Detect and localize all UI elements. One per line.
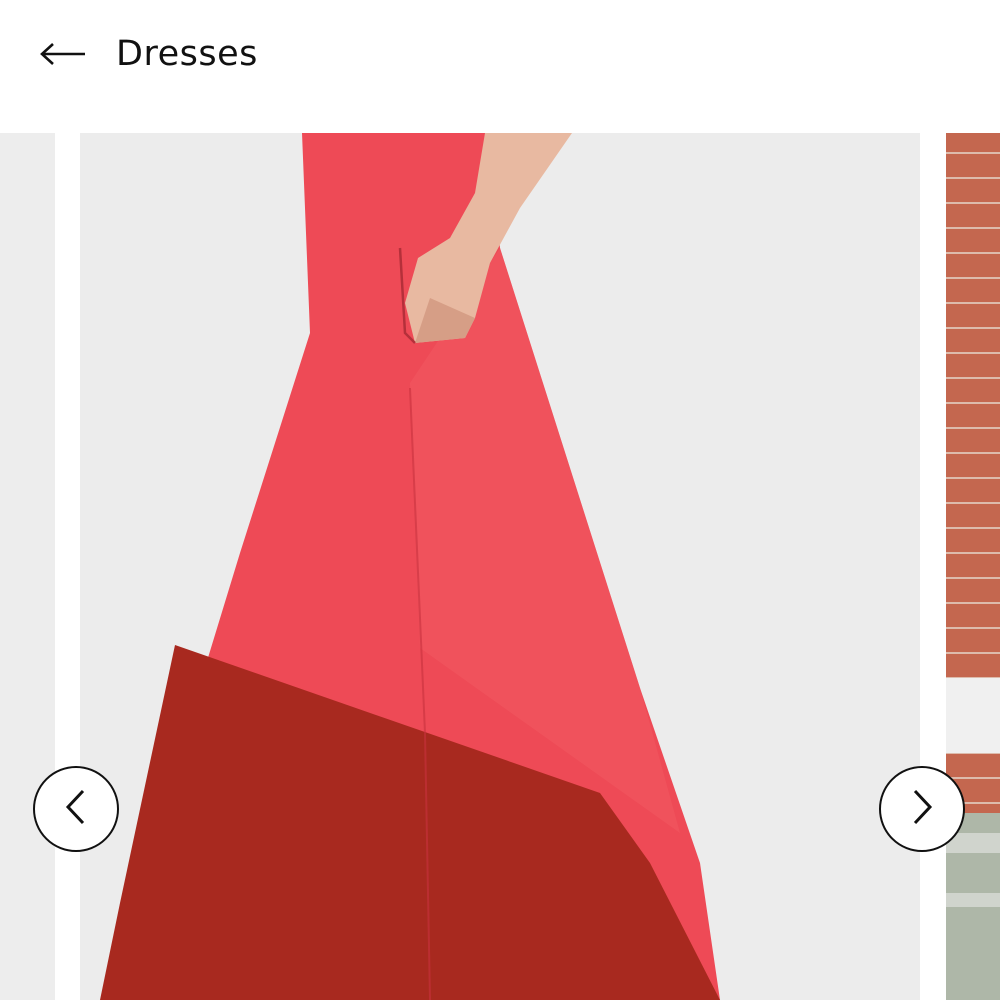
brick-wall-photo: [946, 133, 1000, 1000]
previous-slide-peek[interactable]: [0, 133, 55, 1000]
next-image-button[interactable]: [879, 766, 965, 852]
arrow-left-icon: [38, 42, 88, 66]
top-bar: Dresses: [0, 0, 1000, 110]
product-image[interactable]: [80, 133, 920, 1000]
next-slide-peek[interactable]: [946, 133, 1000, 1000]
chevron-right-icon: [907, 788, 937, 831]
page-title: Dresses: [116, 34, 258, 74]
back-button[interactable]: [38, 30, 94, 78]
dress-photo: [80, 133, 920, 1000]
chevron-left-icon: [61, 788, 91, 831]
product-image-carousel[interactable]: [0, 133, 1000, 1000]
previous-image-button[interactable]: [33, 766, 119, 852]
